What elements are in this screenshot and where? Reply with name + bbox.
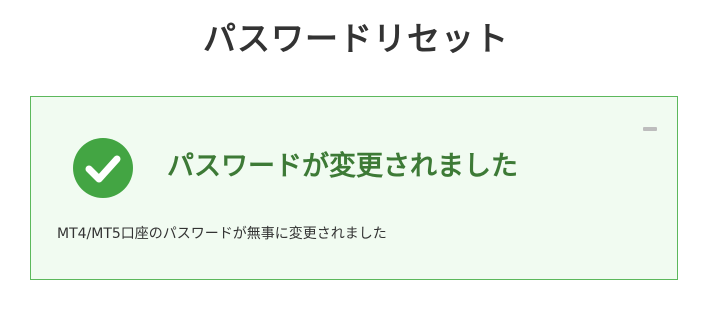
password-reset-page: パスワードリセット パスワードが変更されました MT4/MT5口座のパスワードが… — [0, 0, 712, 310]
check-circle-icon — [73, 138, 133, 198]
page-title: パスワードリセット — [203, 19, 509, 58]
minus-icon[interactable] — [643, 127, 657, 131]
alert-heading: パスワードが変更されました — [167, 151, 518, 182]
success-alert: パスワードが変更されました MT4/MT5口座のパスワードが無事に変更されました — [30, 96, 678, 280]
alert-message: MT4/MT5口座のパスワードが無事に変更されました — [57, 226, 387, 242]
